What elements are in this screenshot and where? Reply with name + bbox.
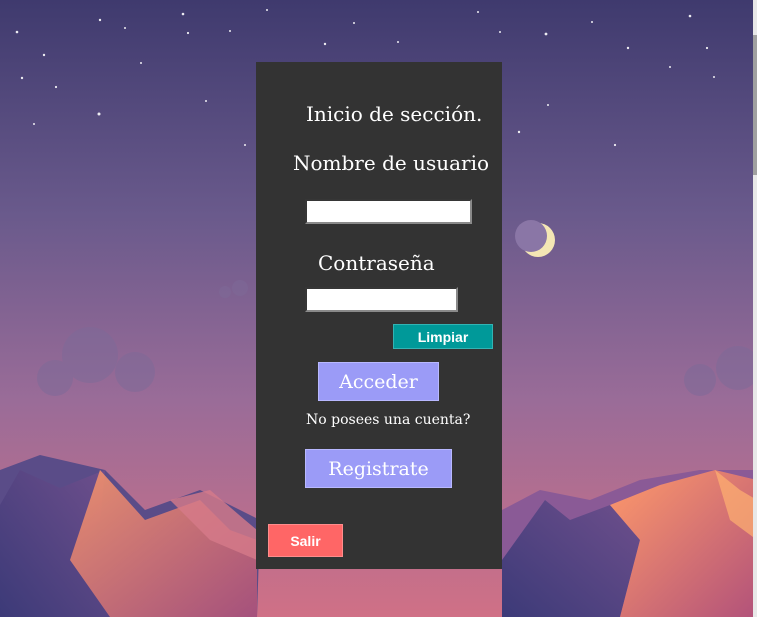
password-label: Contraseña	[318, 251, 435, 275]
scrollbar-thumb[interactable]	[753, 35, 757, 175]
login-button[interactable]: Acceder	[318, 362, 439, 401]
username-field[interactable]	[305, 199, 472, 224]
page-title: Inicio de sección.	[306, 102, 483, 126]
password-field[interactable]	[305, 287, 458, 312]
login-panel: Inicio de sección. Nombre de usuario Con…	[256, 62, 502, 569]
clear-button[interactable]: Limpiar	[393, 324, 493, 349]
no-account-text: No posees una cuenta?	[306, 412, 471, 428]
exit-button[interactable]: Salir	[268, 524, 343, 557]
register-button[interactable]: Registrate	[305, 449, 452, 488]
username-label: Nombre de usuario	[293, 151, 490, 175]
